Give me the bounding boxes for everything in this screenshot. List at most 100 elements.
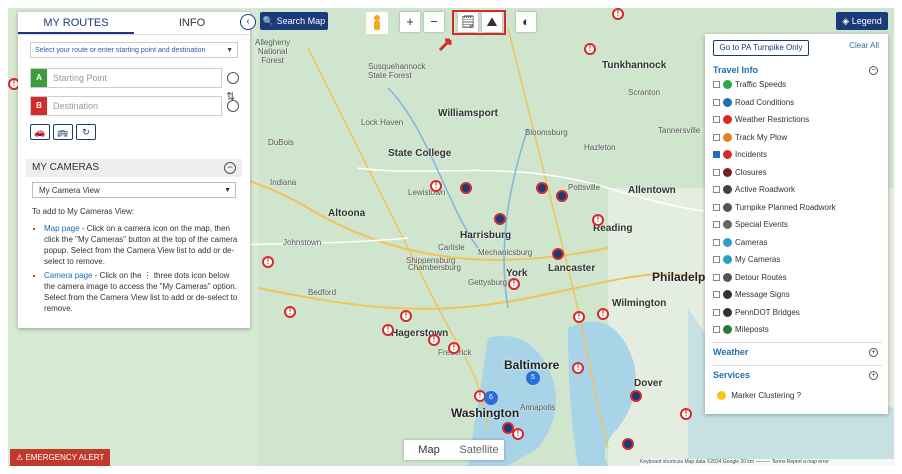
starting-point-field[interactable]: A Starting Point (30, 68, 239, 88)
layer-toggle[interactable]: Cameras (713, 238, 767, 251)
layer-checkbox[interactable] (713, 116, 720, 124)
help-icon[interactable]: ? (797, 391, 801, 400)
contrast-icon[interactable]: ◐ (516, 12, 536, 32)
layer-checkbox[interactable] (713, 221, 720, 229)
closure-marker[interactable] (494, 213, 506, 225)
incident-marker[interactable]: ! (508, 278, 520, 290)
my-cameras-icon (723, 255, 732, 265)
swap-icon[interactable]: ⇅ (226, 90, 235, 103)
collapse-panel-icon[interactable]: ‹ (240, 14, 256, 30)
layer-checkbox[interactable] (713, 151, 720, 159)
incident-marker[interactable]: ! (448, 342, 460, 354)
incident-marker[interactable]: ! (382, 324, 394, 336)
zoom-in-button[interactable]: + (400, 12, 420, 32)
layer-checkbox[interactable] (713, 133, 720, 141)
layer-toggle[interactable]: Active Roadwork (713, 185, 795, 198)
layer-checkbox[interactable] (713, 168, 720, 176)
truck-icon[interactable]: 🚌 (53, 124, 73, 140)
legend-button[interactable]: ◈ Legend (836, 12, 888, 30)
incident-marker[interactable]: ! (680, 408, 692, 420)
incident-marker[interactable]: ! (284, 306, 296, 318)
closure-marker[interactable] (630, 390, 642, 402)
layer-toggle[interactable]: Incidents (713, 150, 767, 163)
roadwork-icon (723, 185, 732, 195)
layer-toggle[interactable]: Closures (713, 168, 767, 181)
incident-marker[interactable]: ! (573, 311, 585, 323)
layer-checkbox[interactable] (713, 238, 720, 246)
layer-checkbox[interactable] (713, 203, 720, 211)
travel-info-header[interactable]: Travel Info (713, 65, 758, 75)
marker-clustering-toggle[interactable]: Marker Clustering ? (717, 391, 801, 404)
incident-marker[interactable]: ! (572, 362, 584, 374)
locate-icon[interactable] (227, 72, 239, 84)
incident-marker[interactable]: ! (428, 334, 440, 346)
destination-input[interactable]: Destination (53, 97, 98, 115)
incident-marker[interactable]: ! (584, 43, 596, 55)
my-cameras-title: MY CAMERAS (32, 162, 100, 173)
layer-checkbox[interactable] (713, 291, 720, 299)
closure-marker[interactable] (622, 438, 634, 450)
tab-info[interactable]: INFO (134, 12, 250, 34)
camera-page-link[interactable]: Camera page (44, 271, 92, 280)
pa-turnpike-button[interactable]: Go to PA Turnpike Only (713, 40, 809, 56)
closure-marker[interactable] (556, 190, 568, 202)
incident-marker[interactable]: ! (612, 8, 624, 20)
collapse-icon[interactable]: − (869, 66, 878, 75)
refresh-icon[interactable]: ↻ (76, 124, 96, 140)
marker-cluster[interactable]: 6 (484, 391, 498, 405)
highlight-box (452, 10, 506, 35)
marker-cluster[interactable]: 5 (526, 371, 540, 385)
layer-checkbox[interactable] (713, 326, 720, 334)
emergency-alert-button[interactable]: ⚠ EMERGENCY ALERT (10, 449, 110, 466)
tab-my-routes[interactable]: MY ROUTES (18, 12, 134, 34)
closure-marker[interactable] (552, 248, 564, 260)
layer-toggle[interactable]: Detour Routes (713, 273, 787, 286)
weather-header[interactable]: Weather (713, 347, 748, 357)
layer-toggle[interactable]: Mileposts (713, 325, 769, 338)
closure-marker[interactable] (536, 182, 548, 194)
search-icon: 🔍 (262, 16, 275, 26)
incident-marker[interactable]: ! (400, 310, 412, 322)
layer-checkbox[interactable] (713, 98, 720, 106)
starting-point-input[interactable]: Starting Point (53, 69, 107, 87)
search-map-button[interactable]: 🔍 Search Map (260, 12, 328, 30)
collapse-icon[interactable]: − (224, 162, 236, 174)
layer-toggle[interactable]: My Cameras (713, 255, 780, 268)
incident-marker[interactable]: ! (597, 308, 609, 320)
layer-toggle[interactable]: Turnpike Planned Roadwork (713, 203, 836, 216)
services-header[interactable]: Services (713, 370, 750, 380)
layer-toggle[interactable]: PennDOT Bridges (713, 308, 800, 321)
clear-all-link[interactable]: Clear All (849, 41, 879, 50)
closure-marker[interactable] (460, 182, 472, 194)
layer-toggle[interactable]: Message Signs (713, 290, 790, 303)
layer-checkbox[interactable] (713, 186, 720, 194)
pegman-icon[interactable] (366, 12, 388, 34)
layer-toggle[interactable]: Special Events (713, 220, 788, 233)
layer-toggle[interactable]: Weather Restrictions (713, 115, 809, 128)
map-label-hazleton: Hazleton (584, 143, 616, 152)
route-select[interactable]: Select your route or enter starting poin… (30, 42, 238, 58)
incident-marker[interactable]: ! (592, 214, 604, 226)
layer-checkbox[interactable] (713, 256, 720, 264)
incident-marker[interactable]: ! (512, 428, 524, 440)
layer-toggle[interactable]: Traffic Speeds (713, 80, 786, 93)
destination-field[interactable]: B Destination (30, 96, 239, 116)
map-page-link[interactable]: Map page (44, 224, 80, 233)
expand-icon[interactable]: + (869, 348, 878, 357)
zoom-out-button[interactable]: − (424, 12, 444, 32)
layer-checkbox[interactable] (713, 273, 720, 281)
car-icon[interactable]: 🚗 (30, 124, 50, 140)
map-type-map[interactable]: Map (404, 440, 454, 460)
my-cameras-header[interactable]: MY CAMERAS − (26, 159, 242, 177)
layer-toggle[interactable]: Road Conditions (713, 98, 794, 111)
map-label-shippensburg: Shippensburg (406, 256, 456, 265)
layer-checkbox[interactable] (713, 81, 720, 89)
expand-icon[interactable]: + (869, 371, 878, 380)
incident-marker[interactable]: ! (262, 256, 274, 268)
map-label-pottsville: Pottsville (568, 183, 601, 192)
incident-marker[interactable]: ! (430, 180, 442, 192)
camera-view-select[interactable]: My Camera View ▼ (32, 182, 236, 198)
layer-toggle[interactable]: Track My Plow (713, 133, 787, 146)
layer-checkbox[interactable] (713, 308, 720, 316)
map-type-satellite[interactable]: Satellite (454, 440, 504, 460)
